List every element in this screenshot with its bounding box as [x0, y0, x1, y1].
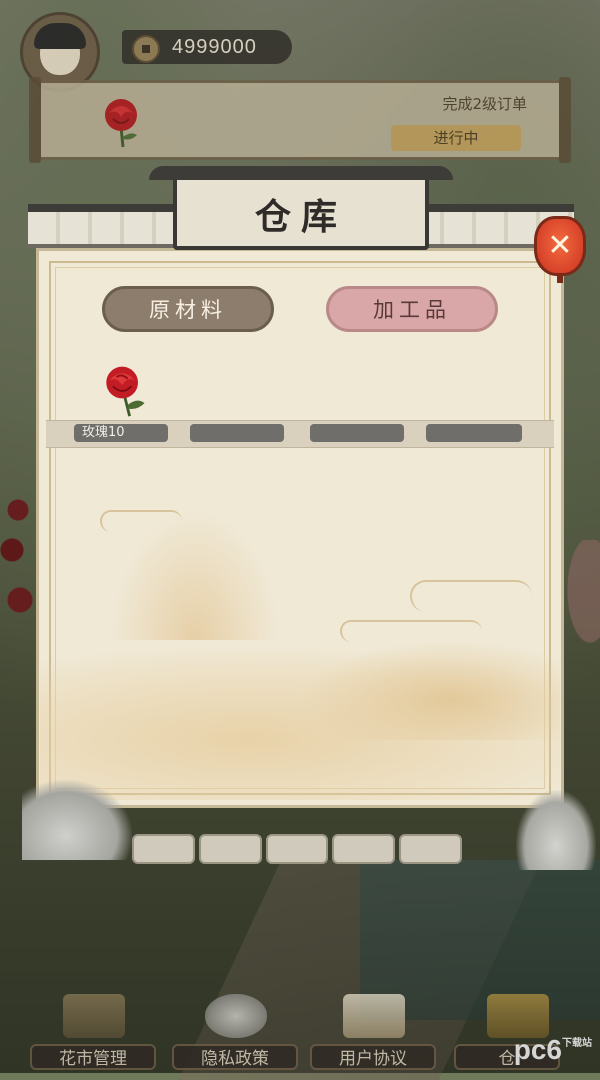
close-icon: ✕ — [547, 228, 573, 263]
order-description: 完成2级订单 — [442, 95, 527, 113]
tab-processed-goods[interactable]: 加工品 — [326, 286, 498, 332]
nav-label: 用户协议 — [310, 1044, 436, 1070]
ink-landscape-decoration — [40, 470, 560, 800]
stone — [198, 834, 262, 864]
mountain-range — [300, 640, 560, 740]
tab-raw-materials[interactable]: 原材料 — [102, 286, 274, 332]
rock-decoration — [516, 790, 596, 870]
order-scroll: 完成2级订单 进行中 — [29, 77, 571, 163]
nav-label: 隐私政策 — [172, 1044, 298, 1070]
cloud-swirl — [410, 580, 532, 612]
cloud-swirl — [340, 620, 482, 642]
coin-balance: 4999000 — [172, 36, 257, 58]
watermark-subtext: 下载站 — [562, 1038, 592, 1049]
item-label-empty[interactable] — [310, 424, 404, 442]
item-label-rose[interactable]: 玫瑰10 — [74, 424, 168, 442]
warehouse-icon — [487, 994, 549, 1038]
watermark-text: pc6 — [513, 1034, 562, 1065]
warehouse-roof: 仓库 — [28, 166, 574, 250]
order-status-badge[interactable]: 进行中 — [391, 125, 521, 151]
rose-icon — [105, 99, 137, 148]
cloud-swirl — [100, 510, 182, 532]
close-button[interactable]: ✕ — [534, 216, 586, 283]
stone-base — [132, 834, 462, 864]
stone — [132, 834, 195, 864]
rock-decoration — [22, 780, 132, 860]
bottom-nav: 花市管理 隐私政策 用户协议 仓 — [0, 990, 600, 1073]
stone — [265, 834, 329, 864]
nav-privacy-policy[interactable]: 隐私政策 — [170, 990, 300, 1073]
nav-label: 花市管理 — [30, 1044, 156, 1070]
item-label-empty[interactable] — [190, 424, 284, 442]
coin-icon — [132, 35, 160, 63]
nav-user-agreement[interactable]: 用户协议 — [308, 990, 438, 1073]
nav-flower-market[interactable]: 花市管理 — [28, 990, 158, 1073]
watermark-logo: pc6下载站 — [514, 1034, 592, 1066]
stone — [399, 834, 462, 864]
avatar-face — [34, 23, 86, 75]
title-plaque: 仓库 — [149, 166, 453, 250]
rose-icon[interactable] — [96, 362, 152, 418]
item-label-empty[interactable] — [426, 424, 522, 442]
dove-icon — [205, 994, 267, 1038]
flower-market-icon — [63, 994, 125, 1038]
warehouse-title: 仓库 — [254, 196, 347, 238]
scroll-icon — [343, 994, 405, 1038]
stone — [332, 834, 396, 864]
